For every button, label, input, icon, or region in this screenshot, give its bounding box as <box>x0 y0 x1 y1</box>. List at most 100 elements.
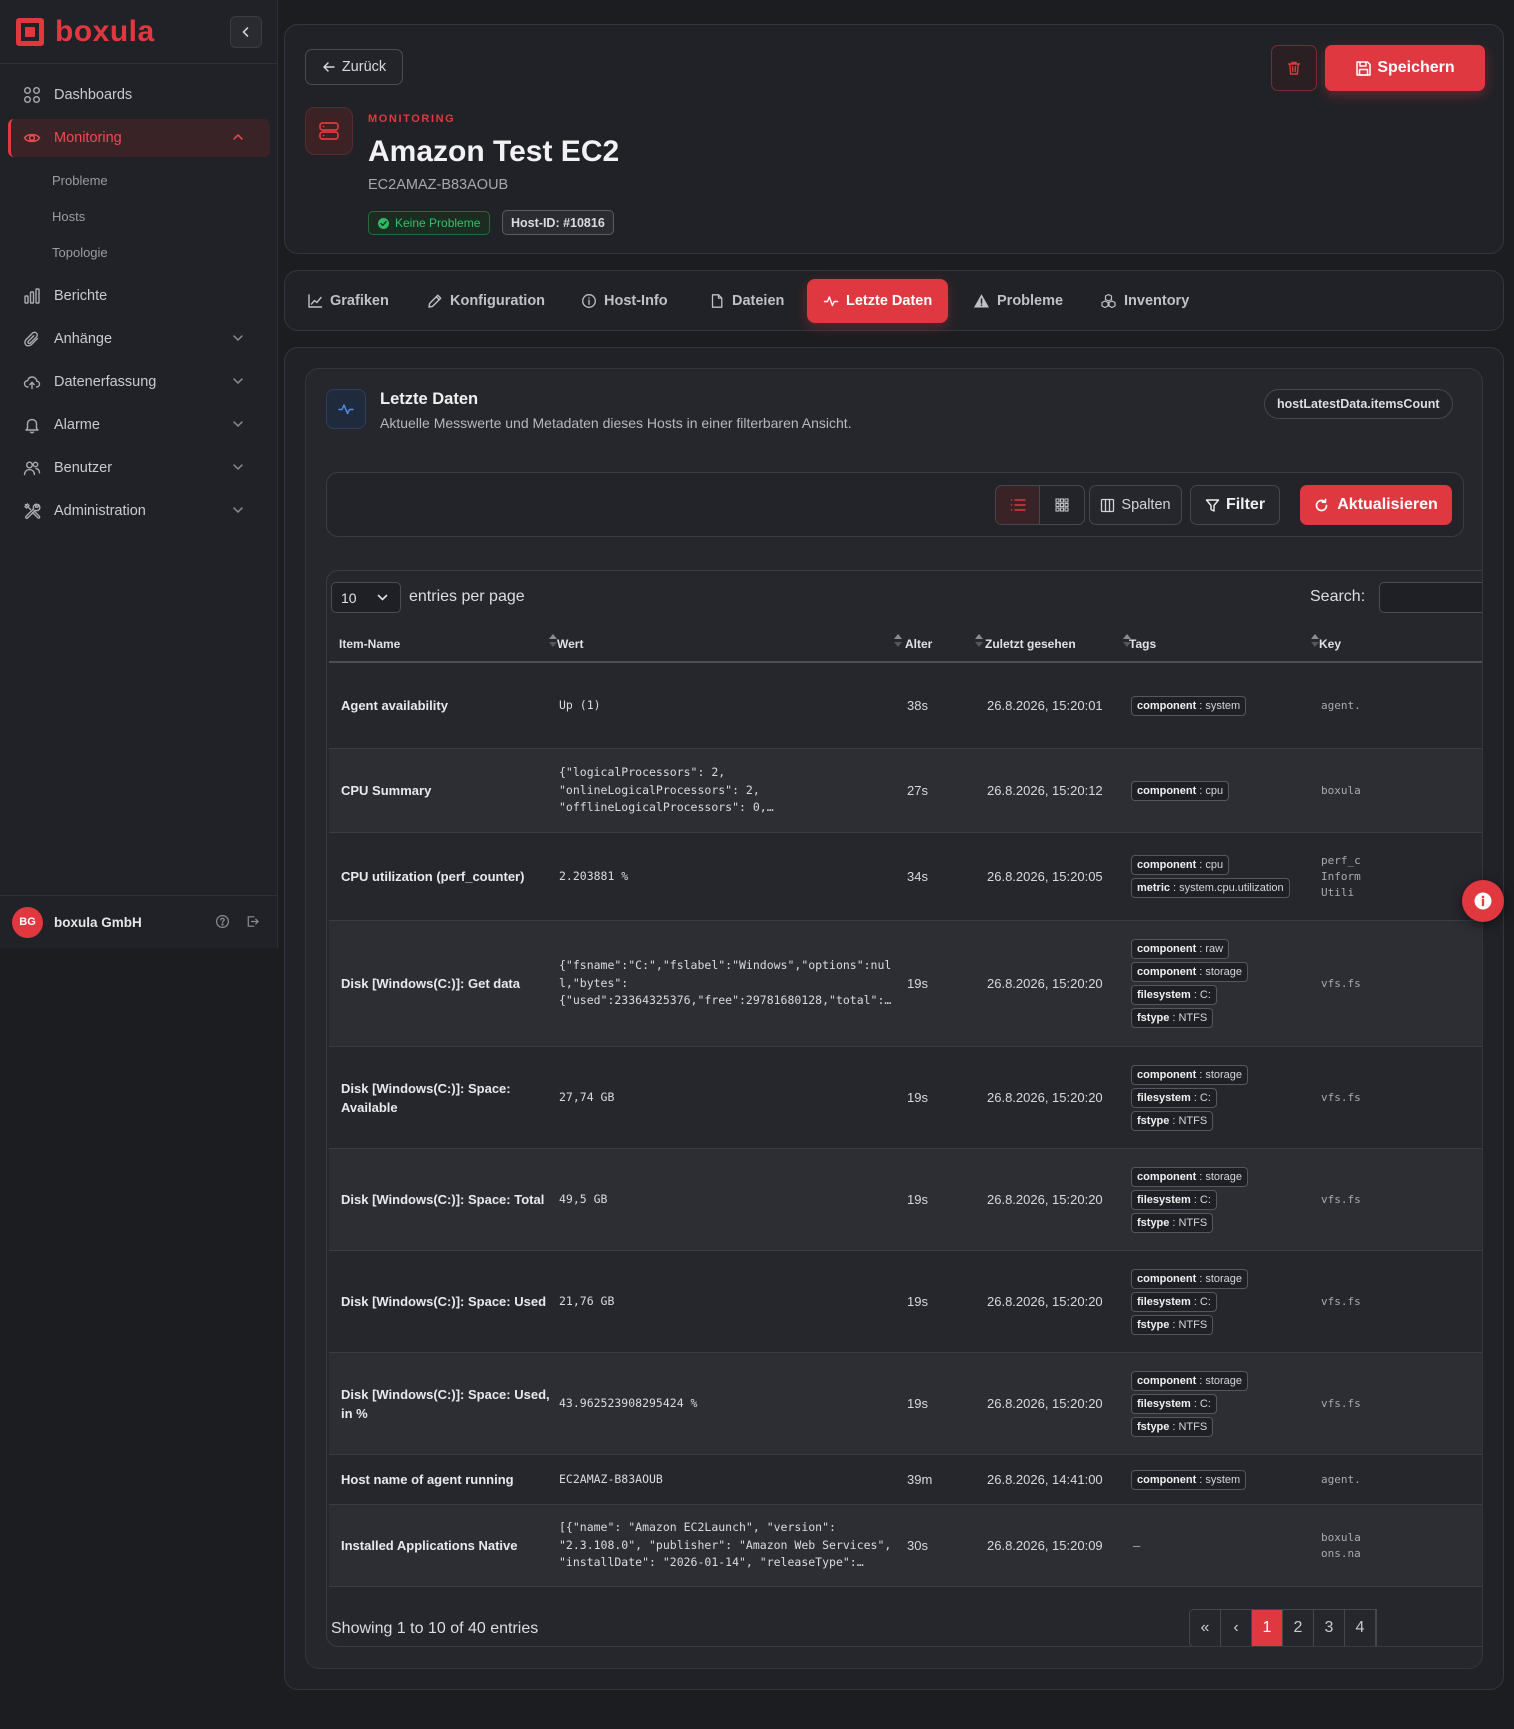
sidebar-item-dashboards[interactable]: Dashboards <box>8 76 270 114</box>
first-page-button[interactable]: « <box>1190 1610 1221 1646</box>
tab-letzte-daten[interactable]: Letzte Daten <box>807 279 949 323</box>
avatar[interactable]: BG <box>12 906 43 938</box>
sort-icon[interactable] <box>1311 633 1319 649</box>
table-row[interactable]: CPU Summary {"logicalProcessors": 2, "onl… <box>329 749 1482 833</box>
column-header-item-name[interactable]: Item-Name <box>339 637 400 651</box>
tab-inventory[interactable]: Inventory <box>1100 279 1189 323</box>
tab-label: Konfiguration <box>450 293 546 309</box>
tag-badge[interactable]: fstype: NTFS <box>1131 1110 1214 1131</box>
tag-badge[interactable]: fstype: NTFS <box>1131 1314 1214 1335</box>
tag-badge[interactable]: component: cpu <box>1131 855 1230 875</box>
column-header-tags[interactable]: Tags <box>1129 637 1156 651</box>
status-badge-label: Keine Probleme <box>395 216 481 230</box>
column-header-zuletzt-gesehen[interactable]: Zuletzt gesehen <box>985 637 1076 651</box>
table-row[interactable]: Disk [Windows(C:)]: Space: Used 21,76 GB 1… <box>329 1251 1482 1353</box>
sort-icon[interactable] <box>549 633 557 649</box>
table-row[interactable]: Agent availability Up (1) 38s 26.8.2026, 15… <box>329 663 1482 749</box>
floating-info-button[interactable] <box>1462 880 1504 922</box>
server-icon <box>319 122 339 140</box>
sidebar-collapse-button[interactable] <box>230 16 262 48</box>
tag-badge[interactable]: component: system <box>1131 695 1247 716</box>
sidebar-subitem-hosts[interactable]: Hosts <box>0 198 278 234</box>
info-circle-icon <box>582 294 596 308</box>
list-view-button[interactable] <box>996 486 1041 524</box>
table-row[interactable]: Disk [Windows(C:)]: Space: Available 27,7… <box>329 1047 1482 1149</box>
sidebar-item-datenerfassung[interactable]: Datenerfassung <box>8 363 270 401</box>
columns-button[interactable]: Spalten <box>1089 485 1182 525</box>
tab-grafiken[interactable]: Grafiken <box>307 279 389 323</box>
age-cell: 30s <box>907 1538 928 1553</box>
search-input[interactable] <box>1379 582 1482 613</box>
delete-button[interactable] <box>1271 45 1317 91</box>
table-row[interactable]: CPU utilization (perf_counter) 2.203881 %… <box>329 833 1482 921</box>
sidebar-item-monitoring[interactable]: Monitoring <box>8 119 270 157</box>
tag-badge[interactable]: component: storage <box>1131 1268 1249 1289</box>
tab-konfiguration[interactable]: Konfiguration <box>427 279 545 323</box>
chevron-down-icon <box>233 378 243 385</box>
entries-per-page-select[interactable]: 10 <box>331 582 401 613</box>
tab-host-info[interactable]: Host-Info <box>581 279 668 323</box>
page-button[interactable]: 2 <box>1283 1610 1314 1646</box>
back-button-label: Zurück <box>341 59 387 75</box>
sidebar-subitem-probleme[interactable]: Probleme <box>0 162 278 198</box>
table-row[interactable]: Host name of agent running EC2AMAZ-B83AOU… <box>329 1455 1482 1505</box>
tag-badge[interactable]: component: system <box>1131 1469 1247 1490</box>
tag-badge[interactable]: fstype: NTFS <box>1131 1212 1214 1233</box>
page-button[interactable]: 1 <box>1252 1610 1283 1646</box>
tag-badge[interactable]: filesystem: C: <box>1131 1291 1217 1312</box>
tag-badge[interactable]: filesystem: C: <box>1131 985 1217 1005</box>
tag-badge[interactable]: component: cpu <box>1131 780 1230 801</box>
value-cell: 43.962523908295424 % <box>559 1395 698 1410</box>
tag-value: NTFS <box>1178 1012 1208 1024</box>
logout-icon[interactable] <box>245 914 260 929</box>
item-name-cell: Disk [Windows(C:)]: Space: Used <box>341 1294 547 1309</box>
tag-badge[interactable]: filesystem: C: <box>1131 1393 1217 1414</box>
save-button-label: Speichern <box>1377 59 1455 76</box>
sort-icon[interactable] <box>894 633 902 649</box>
tag-badge[interactable]: component: storage <box>1131 962 1249 982</box>
tab-probleme[interactable]: Probleme <box>973 279 1063 323</box>
tag-separator: : <box>1172 1114 1176 1127</box>
table-row[interactable]: Installed Applications Native [{"name": "… <box>329 1505 1482 1587</box>
grid-view-button[interactable] <box>1040 486 1084 524</box>
tag-badge[interactable]: filesystem: C: <box>1131 1189 1217 1210</box>
sidebar-subitem-topologie[interactable]: Topologie <box>0 234 278 270</box>
brand-logo[interactable]: boxula <box>16 17 155 47</box>
sidebar-item-benutzer[interactable]: Benutzer <box>8 449 270 487</box>
tag-badge[interactable]: component: storage <box>1131 1064 1249 1085</box>
tab-dateien[interactable]: Dateien <box>709 279 784 323</box>
tag-badge[interactable]: component: raw <box>1131 939 1230 959</box>
table-row[interactable]: Disk [Windows(C:)]: Space: Used, in % 43.… <box>329 1353 1482 1455</box>
column-header-key[interactable]: Key <box>1319 637 1341 651</box>
app-root: boxula Dashboards Monitoring Probleme Ho… <box>0 0 1514 1729</box>
sidebar-item-alarme[interactable]: Alarme <box>8 406 270 444</box>
sidebar-item-berichte[interactable]: Berichte <box>8 277 270 315</box>
column-header-wert[interactable]: Wert <box>557 637 583 651</box>
tag-badge[interactable]: component: storage <box>1131 1166 1249 1187</box>
tag-badge[interactable]: filesystem: C: <box>1131 1087 1217 1108</box>
tools-icon <box>24 503 41 520</box>
sidebar-item-anhaenge[interactable]: Anhänge <box>8 320 270 358</box>
help-icon[interactable] <box>215 914 230 929</box>
sort-icon[interactable] <box>975 633 983 649</box>
tag-badge[interactable]: fstype: NTFS <box>1131 1008 1214 1028</box>
sidebar-item-label: Administration <box>54 503 146 519</box>
table-row[interactable]: Disk [Windows(C:)]: Space: Total 49,5 GB 1… <box>329 1149 1482 1251</box>
sidebar-item-administration[interactable]: Administration <box>8 492 270 530</box>
filter-button[interactable]: Filter <box>1190 485 1280 525</box>
tags-cell: component: system <box>1131 663 1316 748</box>
column-header-alter[interactable]: Alter <box>905 637 932 651</box>
refresh-button[interactable]: Aktualisieren <box>1300 485 1452 525</box>
page-button[interactable]: 3 <box>1314 1610 1345 1646</box>
tag-badge[interactable]: metric: system.cpu.utilization <box>1131 878 1290 898</box>
tag-badge[interactable]: component: storage <box>1131 1370 1249 1391</box>
cloud-upload-icon <box>23 376 41 390</box>
tag-badge[interactable]: fstype: NTFS <box>1131 1416 1214 1437</box>
table-row[interactable]: Disk [Windows(C:)]: Get data {"fsname":"C… <box>329 921 1482 1047</box>
prev-page-button[interactable]: ‹ <box>1221 1610 1252 1646</box>
page-button[interactable]: 4 <box>1345 1610 1376 1646</box>
back-button[interactable]: Zurück <box>305 49 403 85</box>
save-button[interactable]: Speichern <box>1325 45 1485 91</box>
value-cell: 21,76 GB <box>559 1293 615 1308</box>
status-badge: Keine Probleme <box>368 211 491 235</box>
